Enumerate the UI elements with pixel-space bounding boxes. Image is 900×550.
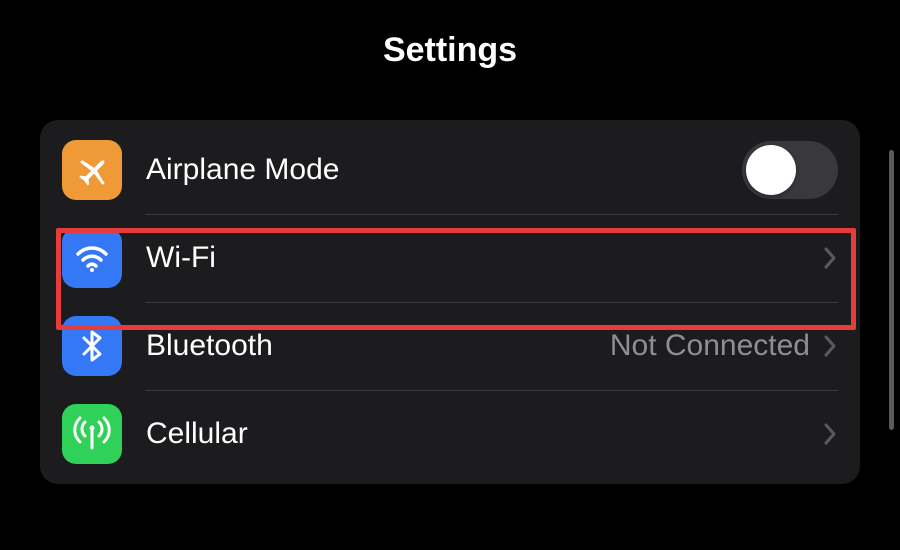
bluetooth-icon: [62, 316, 122, 376]
airplane-icon: [62, 140, 122, 200]
chevron-right-icon: [822, 245, 838, 271]
header: Settings: [0, 0, 900, 100]
airplane-toggle[interactable]: [742, 141, 838, 199]
row-label: Bluetooth: [146, 329, 610, 363]
row-cellular[interactable]: Cellular: [40, 390, 860, 478]
row-airplane-mode[interactable]: Airplane Mode: [40, 126, 860, 214]
page-title: Settings: [383, 31, 517, 70]
wifi-icon: [62, 228, 122, 288]
chevron-right-icon: [822, 333, 838, 359]
row-wifi[interactable]: Wi-Fi: [40, 214, 860, 302]
toggle-knob: [746, 145, 796, 195]
row-value: Not Connected: [610, 329, 810, 363]
row-label: Cellular: [146, 417, 822, 451]
scrollbar[interactable]: [889, 150, 894, 430]
chevron-right-icon: [822, 421, 838, 447]
cellular-icon: [62, 404, 122, 464]
row-label: Airplane Mode: [146, 153, 742, 187]
settings-group: Airplane Mode Wi-Fi Bluetooth Not Connec…: [40, 120, 860, 484]
row-bluetooth[interactable]: Bluetooth Not Connected: [40, 302, 860, 390]
row-label: Wi-Fi: [146, 241, 822, 275]
